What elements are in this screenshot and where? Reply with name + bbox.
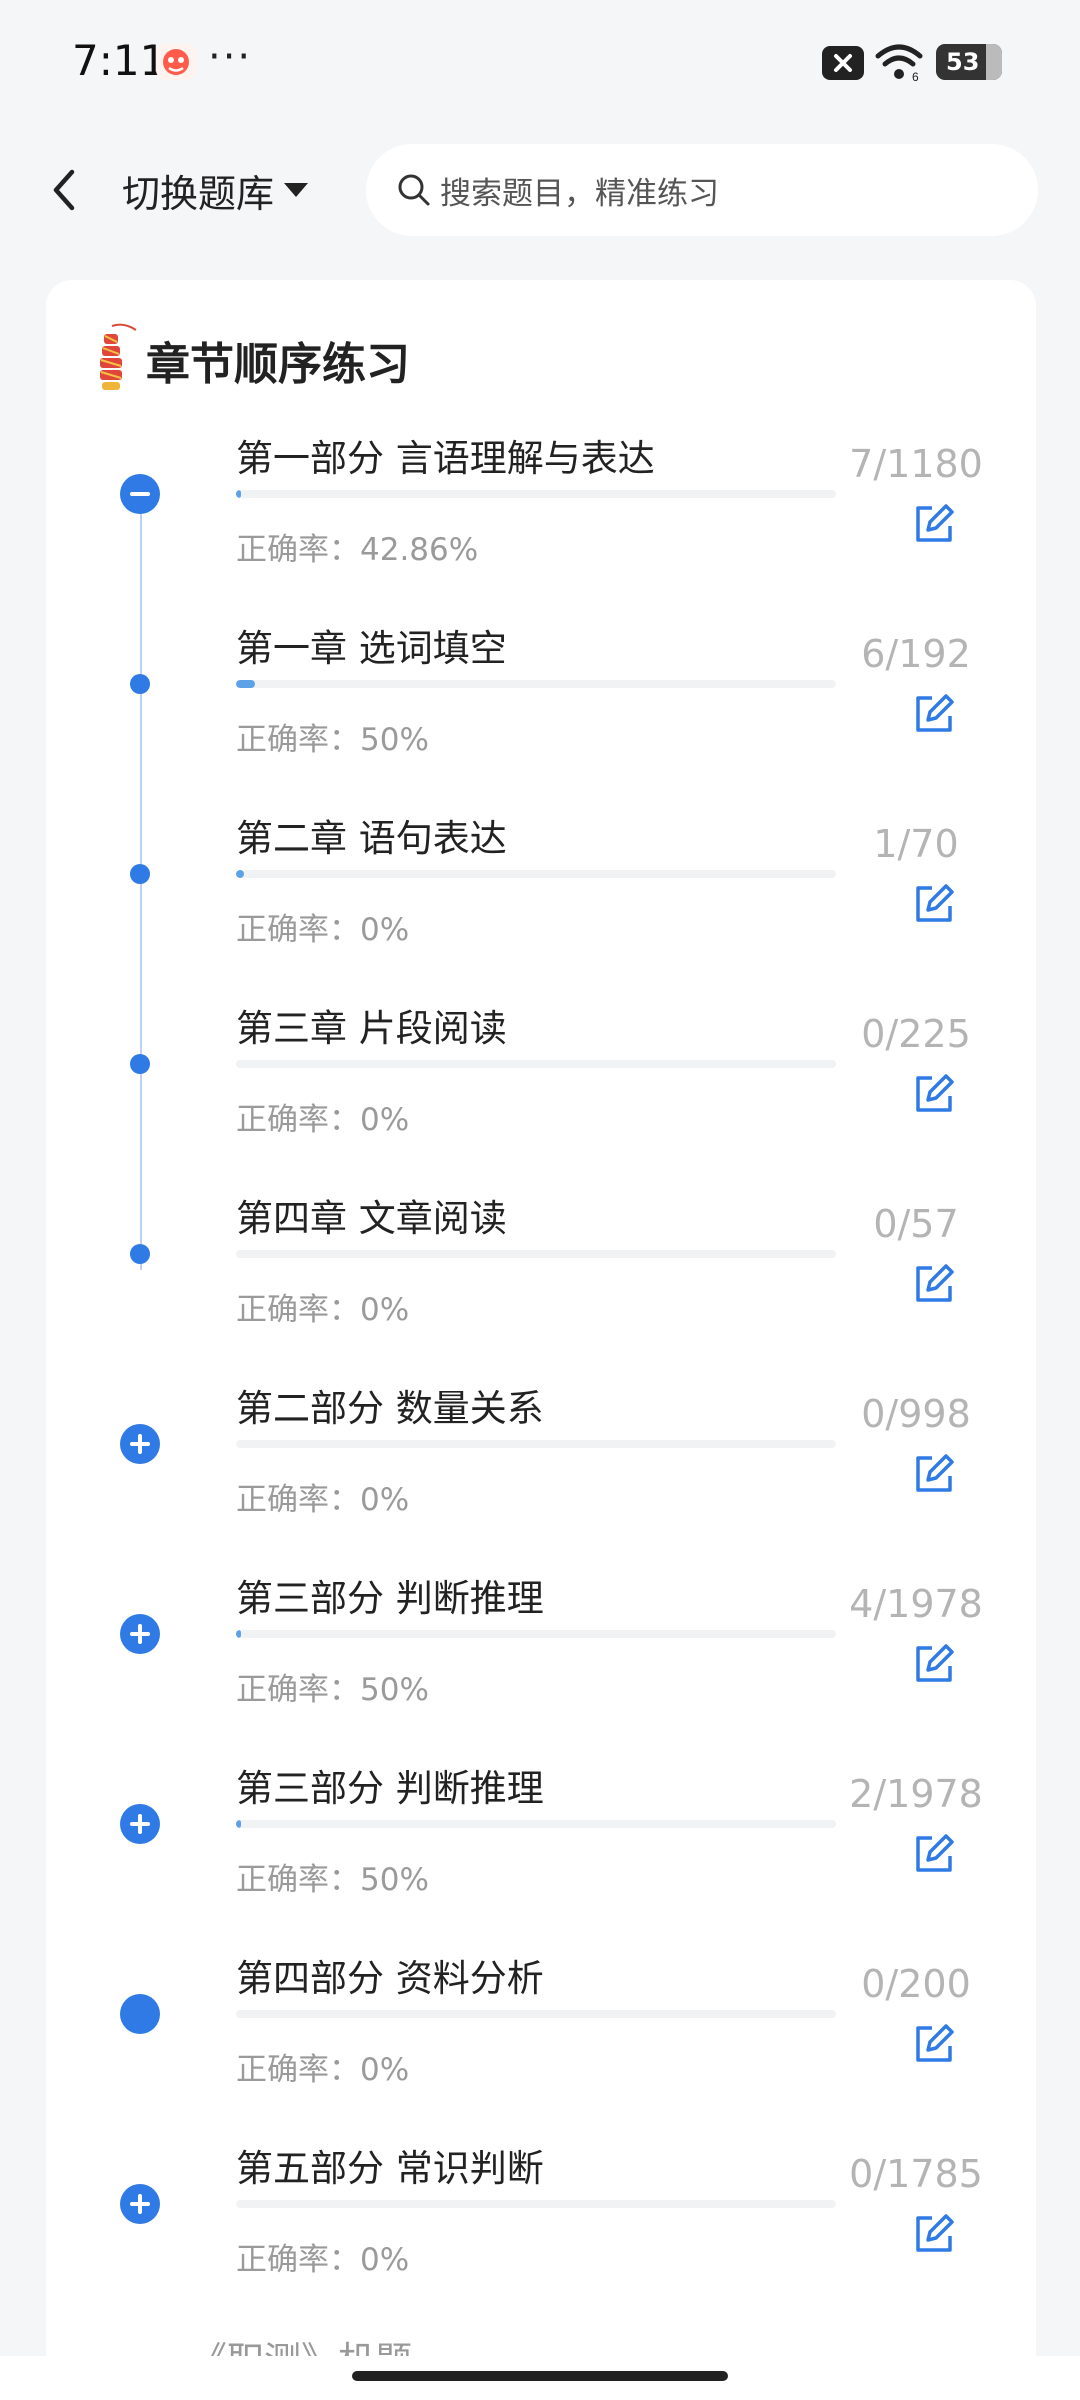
search-icon [398,174,430,206]
timeline-dot-icon [130,1054,150,1074]
item-title: 第三部分 判断推理 [236,1767,544,1810]
accuracy-text: 正确率：50% [236,1862,429,1898]
chevron-left-icon[interactable] [44,164,84,216]
timeline-dot-icon [130,1244,150,1264]
home-indicator[interactable] [352,2371,728,2381]
search-input[interactable]: 搜索题目，精准练习 [366,144,1038,236]
timeline-dot-icon [130,674,150,694]
progress-bar [236,1060,836,1068]
progress-fill [236,1820,241,1828]
item-title: 第四章 文章阅读 [236,1197,507,1240]
timeline-node-icon [120,1994,160,2034]
edit-icon[interactable] [912,2212,956,2256]
expand-icon[interactable] [120,1804,160,1844]
edit-icon[interactable] [912,2022,956,2066]
section-header: 章节顺序练习 [90,320,410,400]
switch-question-bank-label: 切换题库 [122,171,275,216]
progress-bar [236,1630,836,1638]
progress-bar [236,1250,836,1258]
item-title: 第三章 片段阅读 [236,1007,507,1050]
status-time: 7:11 [72,36,167,85]
accuracy-text: 正确率：0% [236,2052,410,2088]
progress-count: 0/998 [861,1392,971,1436]
list-item[interactable]: 第三部分 判断推理 正确率：50% 2/1978 [46,1750,1036,1940]
progress-count: 0/225 [861,1012,971,1056]
progress-bar [236,870,836,878]
list-item[interactable]: 第二章 语句表达 正确率：0% 1/70 [46,800,1036,990]
item-title: 第二章 语句表达 [236,817,507,860]
list-item[interactable]: 第二部分 数量关系 正确率：0% 0/998 [46,1370,1036,1560]
firecracker-icon [100,323,137,390]
edit-icon[interactable] [912,1072,956,1116]
timeline-dot-icon [130,864,150,884]
progress-bar [236,1820,836,1828]
caret-down-icon [284,183,309,197]
progress-count: 1/70 [873,822,959,866]
expand-icon[interactable] [120,2184,160,2224]
search-placeholder: 搜索题目，精准练习 [440,175,719,212]
status-bar: 7:11 ··· 6 53 [0,0,1080,128]
progress-bar [236,2010,836,2018]
progress-count: 7/1180 [849,442,983,486]
progress-count: 0/57 [873,1202,959,1246]
expand-icon[interactable] [120,1614,160,1654]
status-more-icon: ··· [208,34,253,80]
item-title: 第一章 选词填空 [236,627,507,670]
progress-fill [236,490,241,498]
item-title: 第二部分 数量关系 [236,1387,544,1430]
collapse-icon[interactable] [120,474,160,514]
progress-count: 0/200 [861,1962,971,2006]
item-title: 第四部分 资料分析 [236,1957,544,2000]
list-item[interactable]: 第四章 文章阅读 正确率：0% 0/57 [46,1180,1036,1370]
accuracy-text: 正确率：42.86% [236,532,479,568]
list-item[interactable]: 第五部分 常识判断 正确率：0% 0/1785 [46,2130,1036,2320]
wifi-icon: 6 [875,44,923,82]
accuracy-text: 正确率：0% [236,912,410,948]
edit-icon[interactable] [912,882,956,926]
accuracy-text: 正确率：0% [236,1102,410,1138]
edit-icon[interactable] [912,1642,956,1686]
item-title: 第一部分 言语理解与表达 [236,437,655,480]
accuracy-text: 正确率：0% [236,1482,410,1518]
progress-count: 6/192 [861,632,971,676]
list-item[interactable]: 第三部分 判断推理 正确率：50% 4/1978 [46,1560,1036,1750]
accuracy-text: 正确率：50% [236,722,429,758]
svg-text:6: 6 [912,70,919,82]
app-notification-icon [156,44,196,80]
progress-bar [236,2200,836,2208]
edit-icon[interactable] [912,692,956,736]
edit-icon[interactable] [912,502,956,546]
progress-bar [236,680,836,688]
progress-count: 2/1978 [849,1772,983,1816]
top-nav-bar: 切换题库 搜索题目，精准练习 [0,128,1080,252]
edit-icon[interactable] [912,1262,956,1306]
section-title: 章节顺序练习 [146,339,410,390]
edit-icon[interactable] [912,1452,956,1496]
item-title: 第五部分 常识判断 [236,2147,544,2190]
progress-fill [236,870,245,878]
expand-icon[interactable] [120,1424,160,1464]
switch-question-bank-button[interactable]: 切换题库 [122,162,309,218]
accuracy-text: 正确率：0% [236,2242,410,2278]
edit-icon[interactable] [912,1832,956,1876]
close-box-icon [822,46,864,80]
accuracy-text: 正确率：0% [236,1292,410,1328]
progress-bar [236,490,836,498]
list-item[interactable]: 第一章 选词填空 正确率：50% 6/192 [46,610,1036,800]
progress-bar [236,1440,836,1448]
progress-count: 0/1785 [849,2152,983,2196]
progress-fill [236,1630,241,1638]
progress-fill [236,680,255,688]
item-title: 第三部分 判断推理 [236,1577,544,1620]
progress-count: 4/1978 [849,1582,983,1626]
list-item[interactable]: 第三章 片段阅读 正确率：0% 0/225 [46,990,1036,1180]
list-item[interactable]: 第四部分 资料分析 正确率：0% 0/200 [46,1940,1036,2130]
battery-icon: 53 [936,44,1002,80]
accuracy-text: 正确率：50% [236,1672,429,1708]
list-item[interactable]: 第一部分 言语理解与表达 正确率：42.86% 7/1180 [46,420,1036,610]
chapter-practice-card: 章节顺序练习 第一部分 言语理解与表达 正确率：42.86% 7/1180 第一… [46,280,1036,2400]
